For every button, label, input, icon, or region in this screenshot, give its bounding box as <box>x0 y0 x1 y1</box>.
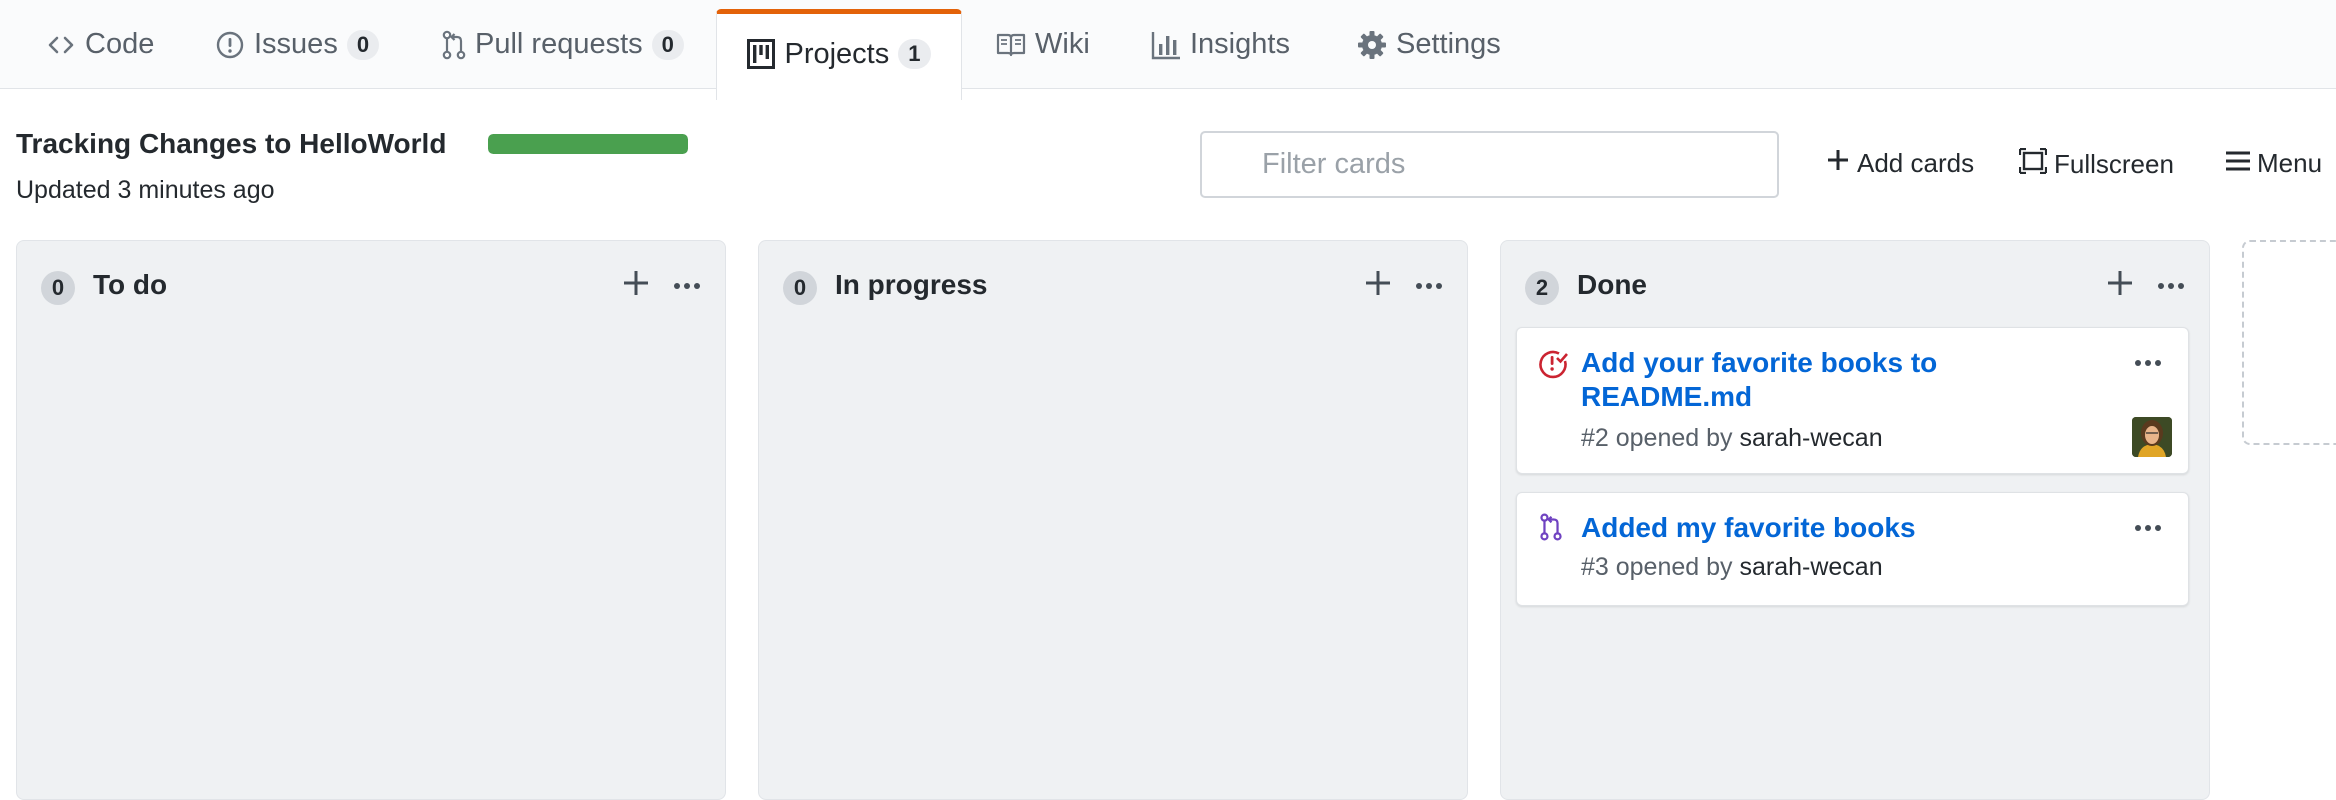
kebab-horizontal-icon[interactable] <box>673 277 701 295</box>
fullscreen-label: Fullscreen <box>2054 149 2174 179</box>
book-icon <box>996 32 1026 58</box>
card-author-link[interactable]: sarah-wecan <box>1739 553 1882 581</box>
tab-label: Wiki <box>1035 28 1090 60</box>
add-card-plus-icon[interactable] <box>622 269 650 302</box>
column-name: To do <box>93 269 168 300</box>
project-icon <box>747 39 776 69</box>
column-card-count: 0 <box>41 271 75 305</box>
issues-counter: 0 <box>346 29 380 60</box>
column-card-count: 0 <box>783 271 817 305</box>
card-kebab-icon[interactable] <box>2134 519 2162 537</box>
fullscreen-icon <box>2018 147 2048 181</box>
pull-requests-counter: 0 <box>651 29 684 60</box>
add-cards-button[interactable]: Add cards <box>1826 148 1974 179</box>
project-progress-bar <box>488 134 688 154</box>
progress-fill <box>488 134 688 154</box>
kebab-horizontal-icon[interactable] <box>1415 277 1443 295</box>
card-kebab-icon[interactable] <box>2134 354 2162 372</box>
tab-projects[interactable]: Projects 1 <box>716 9 962 100</box>
repo-nav: Code Issues 0 Pull requests 0 Projects 1… <box>0 0 2336 100</box>
tab-label: Insights <box>1190 28 1290 60</box>
project-title: Tracking Changes to HelloWorld <box>16 128 447 159</box>
git-pull-request-icon <box>1537 511 1565 548</box>
projects-counter: 1 <box>898 39 931 69</box>
card-title-link[interactable]: Added my favorite books <box>1581 511 2011 545</box>
menu-button[interactable]: Menu <box>2226 148 2322 179</box>
tab-label: Pull requests <box>475 28 643 60</box>
kebab-horizontal-icon[interactable] <box>2157 277 2185 295</box>
column-name: Done <box>1577 269 1647 300</box>
card-meta: #3 opened by sarah-wecan <box>1581 553 1883 582</box>
add-column-placeholder[interactable] <box>2242 240 2336 445</box>
add-card-plus-icon[interactable] <box>1364 269 1392 302</box>
tab-label: Projects <box>784 37 890 70</box>
add-card-plus-icon[interactable] <box>2106 269 2134 302</box>
menu-label: Menu <box>2257 148 2323 178</box>
add-cards-label: Add cards <box>1857 148 1975 178</box>
column-to-do: 0 To do <box>16 240 726 800</box>
graph-icon <box>1151 30 1181 60</box>
gear-icon <box>1357 30 1387 60</box>
card-meta: #2 opened by sarah-wecan <box>1581 424 1883 453</box>
hamburger-icon <box>2226 148 2250 179</box>
project-updated-time: Updated 3 minutes ago <box>16 176 275 204</box>
tab-label: Issues <box>254 28 338 60</box>
tab-settings[interactable]: Settings <box>1357 0 1501 89</box>
column-done: 2 Done Add your favorite books to README… <box>1500 240 2210 800</box>
issue-card[interactable]: Add your favorite books to README.md #2 … <box>1516 327 2189 474</box>
column-name: In progress <box>835 269 988 300</box>
card-meta-prefix: #2 opened by <box>1581 424 1740 452</box>
tab-label: Settings <box>1396 28 1501 60</box>
tab-pull-requests[interactable]: Pull requests 0 <box>439 0 684 89</box>
tab-insights[interactable]: Insights <box>1151 0 1290 89</box>
card-meta-prefix: #3 opened by <box>1581 553 1740 581</box>
tab-wiki[interactable]: Wiki <box>996 0 1090 89</box>
pull-request-card[interactable]: Added my favorite books #3 opened by sar… <box>1516 492 2189 606</box>
issue-icon <box>215 30 245 60</box>
card-author-link[interactable]: sarah-wecan <box>1739 424 1882 452</box>
tab-issues[interactable]: Issues 0 <box>215 0 380 89</box>
tab-label: Code <box>85 28 155 60</box>
issue-closed-icon <box>1537 348 1569 385</box>
code-icon <box>46 30 76 60</box>
tab-code[interactable]: Code <box>46 0 154 89</box>
card-title-link[interactable]: Add your favorite books to README.md <box>1581 346 2011 414</box>
column-card-count: 2 <box>1525 271 1559 305</box>
plus-icon <box>1826 148 1850 179</box>
avatar[interactable] <box>2132 417 2172 457</box>
fullscreen-button[interactable]: Fullscreen <box>2018 147 2174 181</box>
column-in-progress: 0 In progress <box>758 240 1468 800</box>
git-pull-request-icon <box>439 29 469 61</box>
filter-cards-input[interactable] <box>1200 131 1779 198</box>
